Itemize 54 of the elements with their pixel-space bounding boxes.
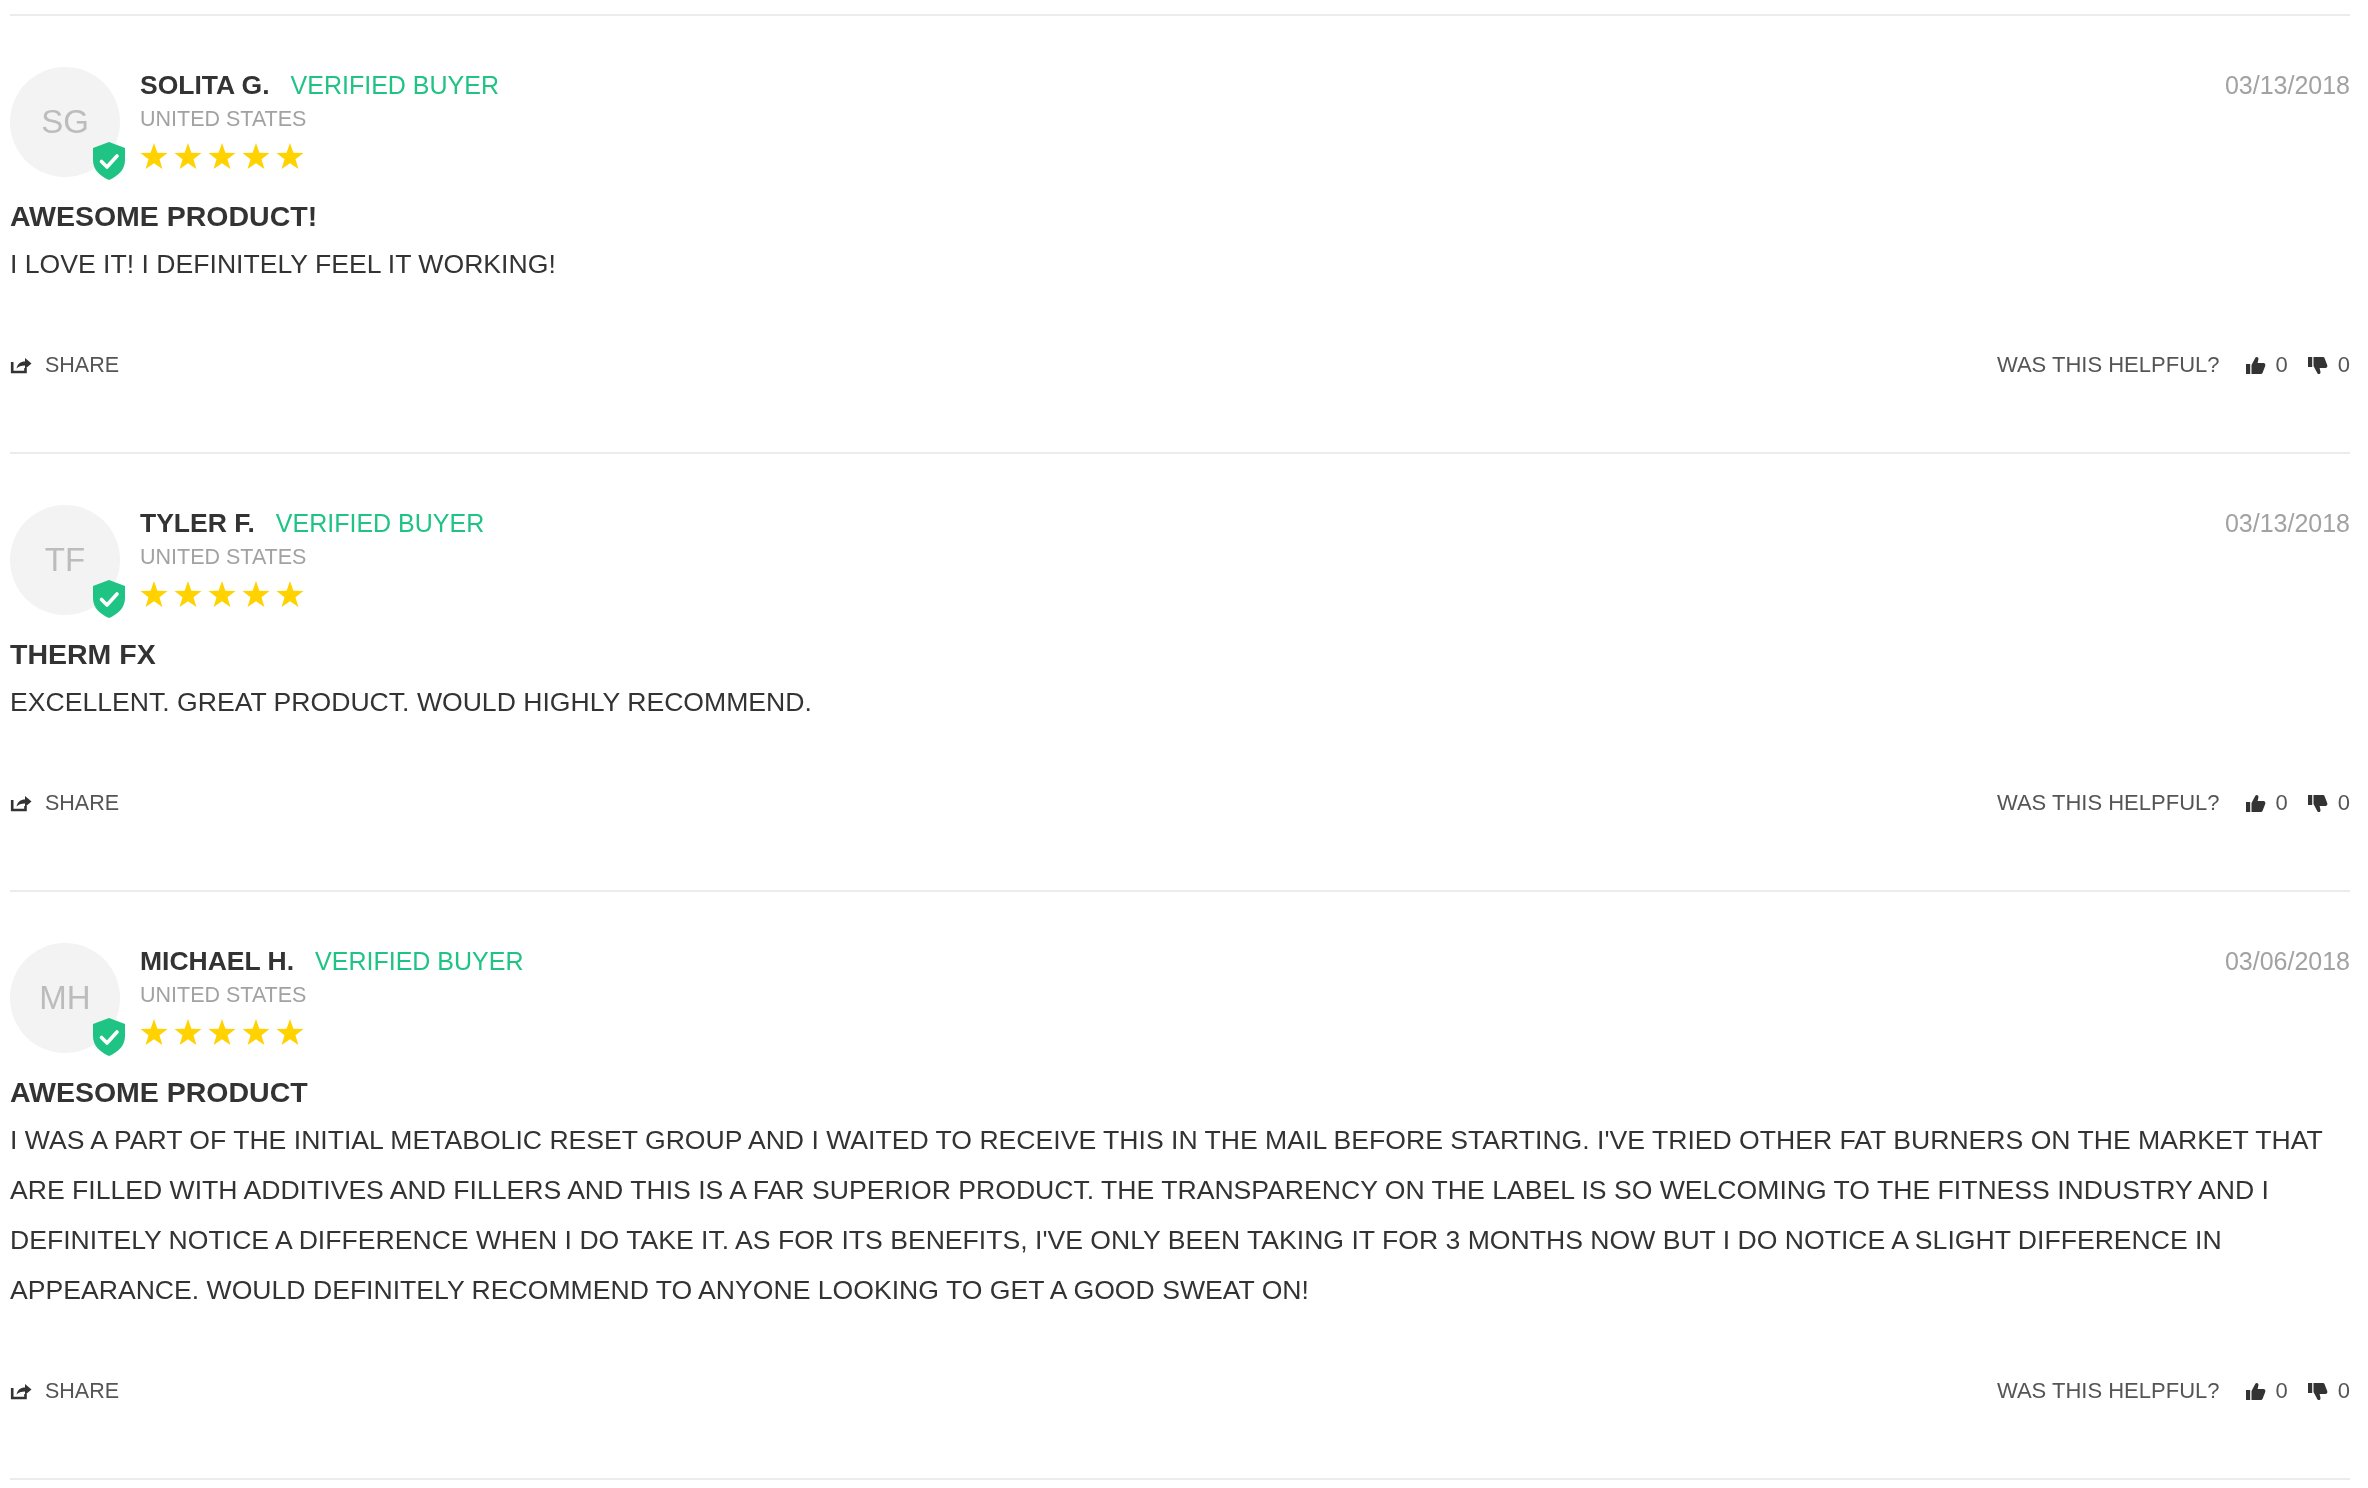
reviewer-name: SOLITA G. [140,69,270,101]
thumbs-up-button[interactable]: 0 [2245,1378,2288,1404]
review-title: THERM FX [10,637,157,672]
thumbs-down-button[interactable]: 0 [2307,352,2350,378]
verified-buyer-label: VERIFIED BUYER [315,946,524,976]
thumbs-up-icon [2245,793,2266,813]
helpful-question: WAS THIS HELPFUL? [1997,1378,2220,1404]
review-date: 03/13/2018 [2224,508,2350,539]
reviewer-name: TYLER F. [140,507,255,539]
share-button[interactable]: SHARE [10,790,120,816]
share-button[interactable]: SHARE [10,1378,120,1404]
review-text: EXCELLENT. GREAT PRODUCT. WOULD HIGHLY RECOMMEND. [10,686,813,719]
star-icon [276,1019,304,1046]
review-date: 03/06/2018 [2224,946,2350,977]
thumbs-down-button[interactable]: 0 [2307,1378,2350,1404]
thumbs-down-icon [2307,1381,2328,1401]
thumbs-up-button[interactable]: 0 [2245,790,2288,816]
verified-buyer-label: VERIFIED BUYER [275,508,485,538]
reviewer-location: UNITED STATES [140,106,308,133]
reviewer-location: UNITED STATES [140,544,308,571]
star-icon [208,1019,236,1046]
review-title: AWESOME PRODUCT [10,1075,309,1110]
review-title: AWESOME PRODUCT! [10,199,319,234]
share-icon [10,356,32,374]
review-date: 03/13/2018 [2224,70,2350,101]
star-icon [174,581,202,608]
review-text: I WAS A PART OF THE INITIAL METABOLIC RESET GROUP AND I WAITED TO RECEIVE THIS IN THE MAIL BEFORE STARTING. I'VE TRIED OTHER FAT BURNERS ON THE MARKET THAT ARE FILLED WITH ADDITIVES AND FILLERS AND THIS IS A FAR SUPERIOR PRODUCT. THE TRANSPARENCY ON THE LABEL IS SO WELCOMING TO THE FITNESS INDUSTRY AND I DEFINITELY NOTICE A DIFFERENCE WHEN I DO TAKE IT. AS FOR ITS BENEFITS, I'VE ONLY BEEN TAKING IT FOR 3 MONTHS NOW BUT I DO NOTICE A SLIGHT DIFFERENCE IN APPEARANCE. WOULD DEFINITELY RECOMMEND TO ANYONE LOOKING TO GET A GOOD SWEAT ON! [10,1124,2324,1307]
verified-buyer-label: VERIFIED BUYER [290,70,499,100]
share-button[interactable]: SHARE [10,352,120,378]
star-icon [140,143,168,170]
review-text: I LOVE IT! I DEFINITELY FEEL IT WORKING! [10,248,557,281]
thumbs-down-button[interactable]: 0 [2307,790,2350,816]
star-icon [140,581,168,608]
reviewer-name: MICHAEL H. [140,945,295,977]
share-icon [10,1382,32,1400]
star-icon [208,143,236,170]
thumbs-up-icon [2245,355,2266,375]
helpful-question: WAS THIS HELPFUL? [1997,790,2220,816]
thumbs-up-icon [2245,1381,2266,1401]
star-icon [242,1019,270,1046]
star-icon [276,143,304,170]
thumbs-down-icon [2307,355,2328,375]
star-icon [208,581,236,608]
share-icon [10,794,32,812]
thumbs-down-icon [2307,793,2328,813]
star-icon [242,143,270,170]
star-icon [276,581,304,608]
thumbs-up-button[interactable]: 0 [2245,352,2288,378]
star-icon [140,1019,168,1046]
star-icon [242,581,270,608]
star-icon [174,143,202,170]
reviewer-location: UNITED STATES [140,982,308,1009]
helpful-question: WAS THIS HELPFUL? [1997,352,2220,378]
star-icon [174,1019,202,1046]
